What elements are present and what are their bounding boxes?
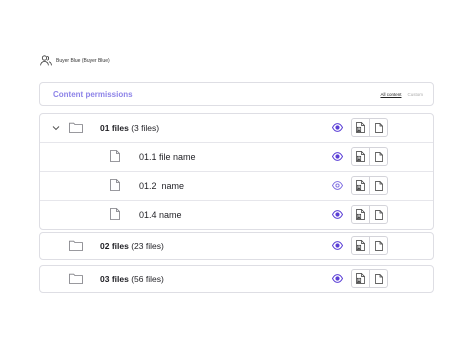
file-action-buttons [351, 118, 388, 137]
document-icon[interactable] [369, 148, 387, 165]
document-icon[interactable] [369, 270, 387, 287]
file-icon [110, 179, 120, 193]
download-file-button[interactable] [352, 270, 369, 287]
eye-icon[interactable] [331, 123, 344, 134]
file-row[interactable]: 01.4 name [40, 200, 433, 229]
folder-row[interactable]: 03 files (56 files) [40, 266, 433, 292]
eye-icon[interactable] [331, 210, 344, 221]
folder-name: 01 files [100, 123, 129, 133]
folder-label: 02 files (23 files) [100, 241, 164, 251]
eye-icon[interactable] [331, 152, 344, 163]
permission-tabs: All content Custom [380, 92, 423, 97]
folder-count: (56 files) [131, 274, 164, 284]
content-permissions-title: Content permissions [53, 89, 133, 99]
chevron-down-icon[interactable] [52, 124, 60, 134]
file-icon [110, 208, 120, 222]
eye-icon[interactable] [331, 241, 344, 252]
file-action-buttons [351, 205, 388, 224]
eye-icon[interactable] [331, 181, 344, 192]
document-icon[interactable] [369, 119, 387, 136]
file-action-buttons [351, 176, 388, 195]
folder-label: 03 files (56 files) [100, 274, 164, 284]
eye-icon[interactable] [331, 274, 344, 285]
tab-all-content[interactable]: All content [380, 92, 401, 97]
file-icon [110, 150, 120, 164]
folder-icon [69, 273, 83, 286]
folder-icon [69, 122, 83, 135]
file-row[interactable]: 01.1 file name [40, 142, 433, 171]
download-file-button[interactable] [352, 237, 369, 254]
content-permissions-header: Content permissions All content Custom [39, 82, 434, 106]
folder-name: 03 files [100, 274, 129, 284]
folder-count: (3 files) [131, 123, 160, 133]
download-file-button[interactable] [352, 206, 369, 223]
users-icon [40, 55, 52, 66]
document-icon[interactable] [369, 206, 387, 223]
folder-row[interactable]: 02 files (23 files) [40, 233, 433, 259]
file-name: 01.2 name [139, 181, 185, 191]
folder-count: (23 files) [131, 241, 164, 251]
document-icon[interactable] [369, 237, 387, 254]
file-name: 01.1 file name [139, 152, 196, 162]
file-row[interactable]: 01.2 name [40, 171, 433, 200]
folder-row[interactable]: 01 files (3 files) [40, 114, 433, 142]
folder-card-02: 02 files (23 files) [39, 232, 434, 260]
download-file-button[interactable] [352, 177, 369, 194]
file-action-buttons [351, 147, 388, 166]
download-file-button[interactable] [352, 119, 369, 136]
folder-name: 02 files [100, 241, 129, 251]
user-row: Buyer Blue (Buyer Blue) [40, 55, 110, 66]
folder-card-03: 03 files (56 files) [39, 265, 434, 293]
folder-card-01: 01 files (3 files) 01.1 file name 01.2 n… [39, 113, 434, 230]
folder-icon [69, 240, 83, 253]
document-icon[interactable] [369, 177, 387, 194]
file-name: 01.4 name [139, 210, 182, 220]
file-action-buttons [351, 269, 388, 288]
download-file-button[interactable] [352, 148, 369, 165]
tab-custom[interactable]: Custom [407, 92, 423, 97]
file-action-buttons [351, 236, 388, 255]
folder-label: 01 files (3 files) [100, 123, 159, 133]
user-name: Buyer Blue (Buyer Blue) [56, 57, 110, 64]
